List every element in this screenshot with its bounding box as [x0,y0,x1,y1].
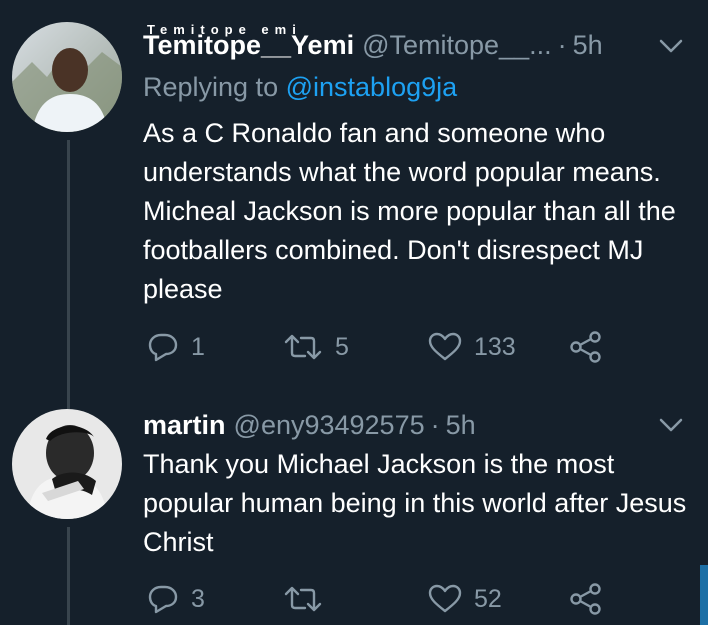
reply-button[interactable]: 3 [147,579,205,619]
avatar-image [12,409,122,519]
like-icon [428,584,462,613]
user-handle[interactable]: @Temitope__... [362,30,552,61]
retweet-icon [284,334,322,360]
tweet-header: Temitope__Yemi @Temitope__... · 5h [143,30,688,70]
retweet-count: 5 [335,332,349,361]
tweet-actions: 3 52 [143,579,623,619]
timestamp[interactable]: 5h [573,30,603,61]
like-button[interactable]: 52 [428,579,502,619]
separator-dot: · [430,410,440,440]
reply-icon [148,333,178,362]
display-name[interactable]: Temitope__Yemi [143,30,354,61]
share-button[interactable] [569,579,603,619]
separator-dot: · [557,30,567,60]
avatar-image [12,22,122,132]
like-icon [428,332,462,361]
avatar[interactable] [12,22,122,132]
share-icon [570,583,601,615]
user-handle[interactable]: @eny93492575 [234,410,425,441]
thread-line [67,527,70,625]
timestamp[interactable]: 5h [446,410,476,441]
chevron-down-icon[interactable] [658,36,684,56]
tweet-2[interactable]: martin @eny93492575 · 5h Thank you Micha… [0,395,708,625]
reply-button[interactable]: 1 [147,327,205,367]
reply-count: 1 [191,332,205,361]
scrollbar-indicator[interactable] [700,565,708,625]
retweet-button[interactable]: 5 [283,327,349,367]
display-name[interactable]: martin [143,410,226,441]
like-count: 133 [474,332,516,361]
tweet-text: Thank you Michael Jackson is the most po… [143,449,687,557]
like-button[interactable]: 133 [428,327,516,367]
tweet-text: As a C Ronaldo fan and someone who under… [143,118,676,304]
replying-to: Replying to @instablog9ja [143,72,457,103]
tweet-header: martin @eny93492575 · 5h [143,410,688,450]
tweet-1[interactable]: Temitope emi Temitope__Yemi @Temitope__.… [0,0,708,395]
reply-icon [148,585,178,614]
share-button[interactable] [569,327,603,367]
retweet-icon [284,586,322,612]
retweet-button[interactable] [283,579,335,619]
thread-line [67,395,70,409]
thread-line [67,140,70,395]
share-icon [570,331,601,363]
tweet-actions: 1 5 133 [143,327,623,367]
replying-to-prefix: Replying to [143,72,279,102]
reply-count: 3 [191,584,205,613]
avatar[interactable] [12,409,122,519]
replying-to-link[interactable]: @instablog9ja [286,72,458,102]
like-count: 52 [474,584,502,613]
chevron-down-icon[interactable] [658,415,684,435]
